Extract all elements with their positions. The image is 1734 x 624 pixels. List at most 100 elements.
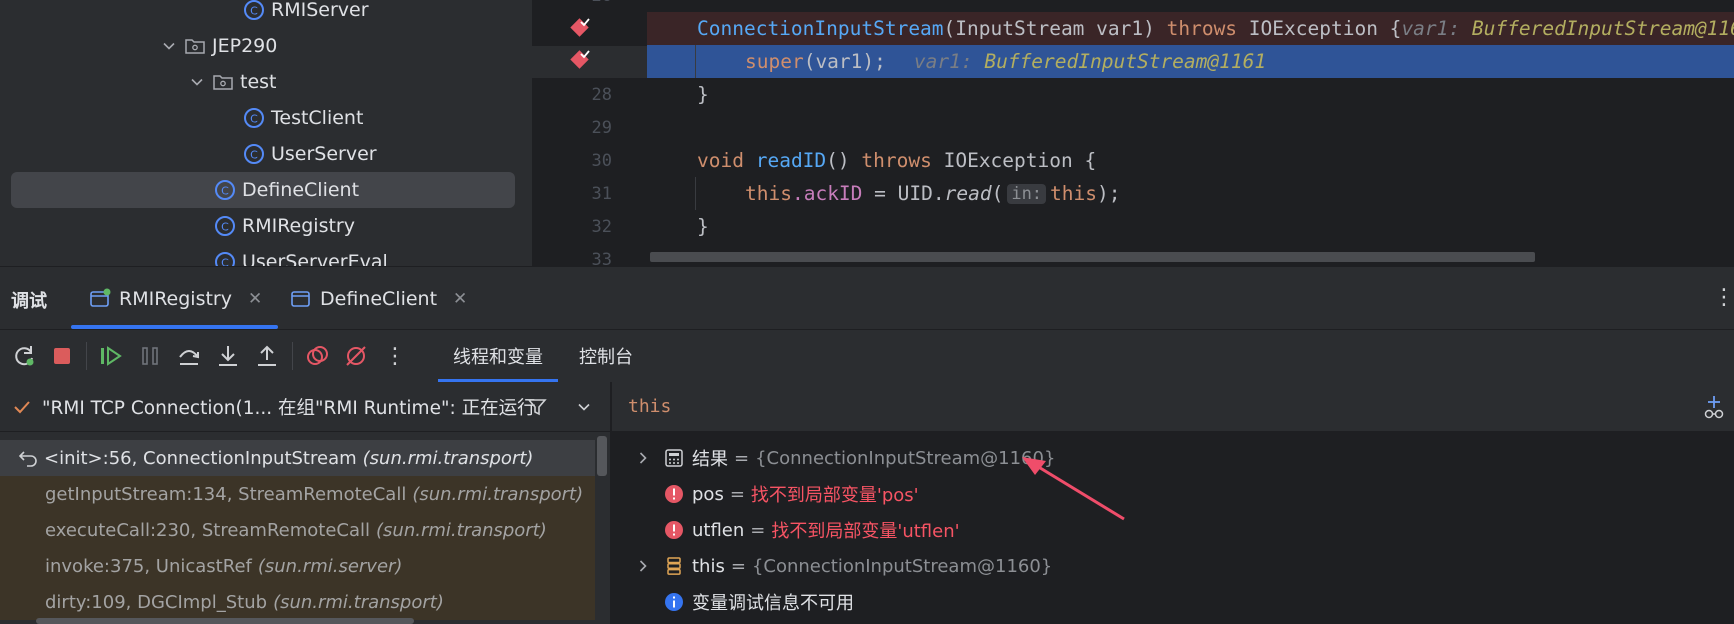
frames-horizontal-scrollbar[interactable] bbox=[36, 618, 414, 624]
variable-row-pos[interactable]: pos = 找不到局部变量'pos' bbox=[664, 476, 919, 512]
stop-icon[interactable] bbox=[48, 342, 76, 370]
evaluate-expression-input[interactable]: this bbox=[628, 396, 671, 417]
tree-item-label: test bbox=[240, 71, 277, 93]
variable-info-message: 变量调试信息不可用 bbox=[692, 593, 854, 614]
tree-item-rmiregistry[interactable]: C RMIRegistry bbox=[214, 208, 355, 244]
line-number: 32 bbox=[591, 217, 612, 237]
inline-debug-hint-name: var1: bbox=[1401, 17, 1472, 40]
rerun-icon[interactable] bbox=[10, 342, 38, 370]
annotation-arrow-icon bbox=[1022, 457, 1125, 521]
tab-defineclient[interactable]: DefineClient ✕ bbox=[290, 267, 467, 331]
java-class-icon: C bbox=[214, 179, 236, 201]
variable-row-this[interactable]: this = {ConnectionInputStream@1160} bbox=[636, 548, 1052, 584]
frame-package: (sun.rmi.transport) bbox=[412, 483, 584, 505]
tab-console[interactable]: 控制台 bbox=[579, 330, 633, 382]
variable-row-result[interactable]: 结果 = {ConnectionInputStream@1160} bbox=[636, 440, 1055, 476]
close-icon[interactable]: ✕ bbox=[453, 289, 467, 309]
tab-threads-variables[interactable]: 线程和变量 bbox=[438, 330, 558, 382]
code-token: } bbox=[697, 215, 709, 238]
variable-row-utflen[interactable]: utflen = 找不到局部变量'utflen' bbox=[664, 512, 960, 548]
step-into-icon[interactable] bbox=[214, 342, 242, 370]
code-token: = UID. bbox=[862, 182, 945, 205]
tab-label: 控制台 bbox=[579, 347, 633, 368]
package-folder-icon bbox=[184, 35, 206, 57]
stack-frame[interactable]: executeCall:230, StreamRemoteCall (sun.r… bbox=[0, 512, 595, 548]
frame-package: (sun.rmi.transport) bbox=[273, 591, 444, 613]
java-class-icon: C bbox=[243, 107, 265, 129]
code-token: IOException { bbox=[931, 149, 1097, 172]
filter-icon[interactable] bbox=[526, 396, 548, 423]
tree-item-testclient[interactable]: C TestClient bbox=[243, 100, 363, 136]
step-over-icon[interactable] bbox=[175, 342, 203, 370]
variable-error-message: 找不到局部变量'utflen' bbox=[771, 521, 960, 542]
run-config-icon bbox=[89, 288, 111, 310]
tab-rmiregistry[interactable]: RMIRegistry ✕ bbox=[70, 267, 279, 331]
java-class-icon: C bbox=[243, 143, 265, 165]
thread-selector[interactable]: "RMI TCP Connection(1... 在组"RMI Runtime"… bbox=[0, 382, 610, 432]
indent-guide bbox=[695, 177, 696, 210]
resume-icon[interactable] bbox=[97, 342, 125, 370]
package-folder-icon bbox=[212, 71, 234, 93]
return-arrow-icon bbox=[18, 448, 38, 468]
step-out-icon[interactable] bbox=[253, 342, 281, 370]
chevron-down-icon[interactable] bbox=[158, 35, 180, 57]
stack-frame[interactable]: invoke:375, UnicastRef (sun.rmi.server) bbox=[0, 548, 595, 584]
tree-item-defineclient[interactable]: C DefineClient bbox=[214, 172, 359, 208]
tree-item-label: RMIRegistry bbox=[242, 215, 355, 237]
svg-text:C: C bbox=[250, 113, 258, 126]
variable-equals: = bbox=[730, 555, 746, 577]
code-token: ( bbox=[991, 182, 1004, 205]
stack-frame[interactable]: dirty:109, DGCImpl_Stub (sun.rmi.transpo… bbox=[0, 584, 595, 620]
super-keyword: super bbox=[745, 50, 804, 73]
chevron-down-icon[interactable] bbox=[186, 71, 208, 93]
tree-item-test[interactable]: test bbox=[186, 64, 277, 100]
pause-icon[interactable] bbox=[136, 342, 164, 370]
code-line: } bbox=[647, 78, 1734, 111]
error-icon bbox=[664, 484, 684, 504]
add-watch-icon[interactable] bbox=[1702, 394, 1728, 424]
evaluate-expression-bar[interactable]: this bbox=[612, 382, 1734, 432]
project-tree: C RMIServer JEP290 test C TestClient C U… bbox=[0, 0, 532, 266]
line-number: 28 bbox=[591, 85, 612, 105]
frames-vertical-scrollbar[interactable] bbox=[597, 436, 607, 476]
frame-package: (sun.rmi.transport) bbox=[362, 447, 534, 469]
line-number: 30 bbox=[591, 151, 612, 171]
info-icon bbox=[664, 592, 684, 612]
more-options-icon[interactable]: ⋮ bbox=[1713, 285, 1734, 310]
code-editor[interactable]: ConnectionInputStream (InputStream var1) … bbox=[647, 0, 1734, 266]
breakpoint-icon[interactable] bbox=[568, 16, 592, 40]
code-token: ); bbox=[1097, 182, 1121, 205]
code-line-execution-point: super (var1); var1: BufferedInputStream@11… bbox=[647, 45, 1734, 78]
variable-name: 结果 bbox=[692, 449, 728, 470]
mute-breakpoints-icon[interactable] bbox=[342, 342, 370, 370]
code-line-constructor: ConnectionInputStream (InputStream var1) … bbox=[647, 12, 1734, 45]
debug-title: 调试 bbox=[11, 291, 47, 312]
svg-text:C: C bbox=[250, 5, 258, 18]
line-number: 31 bbox=[591, 184, 612, 204]
inline-debug-hint-name: var1: bbox=[913, 50, 985, 73]
chevron-right-icon[interactable] bbox=[636, 451, 650, 465]
stack-frame[interactable]: <init>:56, ConnectionInputStream (sun.rm… bbox=[0, 440, 595, 476]
code-line-ackid: this .ackID = UID. read(in: this); bbox=[647, 177, 1734, 210]
close-icon[interactable]: ✕ bbox=[248, 289, 262, 309]
inline-debug-hint-value: BufferedInputStream@1161 bbox=[984, 50, 1267, 73]
breakpoint-icon[interactable] bbox=[568, 48, 592, 72]
svg-text:C: C bbox=[221, 257, 229, 267]
editor-horizontal-scrollbar[interactable] bbox=[650, 252, 1535, 262]
chevron-down-icon[interactable] bbox=[576, 399, 592, 420]
stack-frame[interactable]: getInputStream:134, StreamRemoteCall (su… bbox=[0, 476, 595, 512]
tree-item-userserver[interactable]: C UserServer bbox=[243, 136, 377, 172]
method-call: read bbox=[944, 182, 992, 205]
tree-item-rmiserver[interactable]: C RMIServer bbox=[243, 0, 369, 28]
svg-text:C: C bbox=[221, 221, 229, 234]
tree-item-jep290[interactable]: JEP290 bbox=[158, 28, 277, 64]
this-keyword: this bbox=[1050, 182, 1098, 205]
variable-equals: = bbox=[729, 483, 745, 505]
code-line-readid: void readID() throws IOException { bbox=[647, 144, 1734, 177]
check-icon bbox=[12, 397, 32, 417]
this-keyword: this bbox=[745, 182, 792, 205]
chevron-right-icon[interactable] bbox=[636, 559, 650, 573]
view-breakpoints-icon[interactable] bbox=[303, 342, 331, 370]
more-actions-icon[interactable]: ⋮ bbox=[381, 342, 409, 370]
tree-item-userservereval[interactable]: C UserServerEval bbox=[214, 244, 388, 266]
